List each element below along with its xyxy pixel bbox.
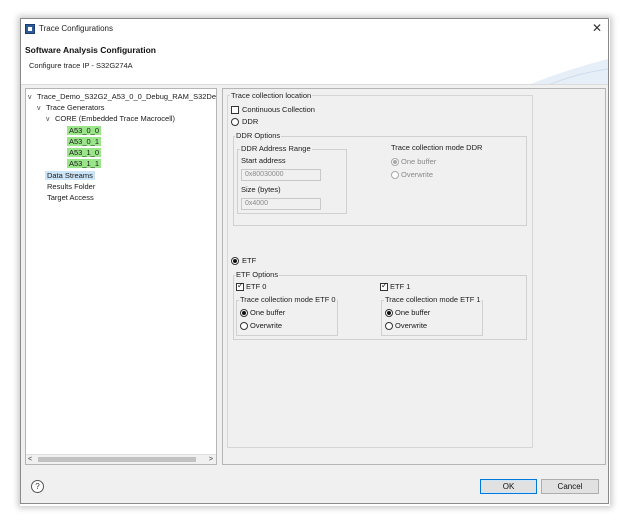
scroll-left-icon[interactable]: < <box>28 455 32 464</box>
dialog-header: Software Analysis Configuration Configur… <box>21 39 608 85</box>
expand-chevron-icon[interactable]: v <box>46 114 55 125</box>
tree-item-label: Target Access <box>47 193 94 202</box>
expand-chevron-icon[interactable]: v <box>28 92 37 103</box>
ok-button[interactable]: OK <box>480 479 537 494</box>
app-icon <box>25 24 35 34</box>
tree-item-core-a53-0-1[interactable]: A53_0_1 <box>67 136 102 147</box>
scrollbar-thumb[interactable] <box>38 457 196 462</box>
etf0-one-buffer-radio[interactable] <box>240 309 248 317</box>
close-icon[interactable]: ✕ <box>592 21 602 35</box>
etf-options-title: ETF Options <box>235 270 280 280</box>
etf-radio[interactable] <box>231 257 239 265</box>
size-input[interactable]: 0x4000 <box>241 198 321 210</box>
continuous-collection-label: Continuous Collection <box>242 105 315 114</box>
etf1-one-buffer-radio[interactable] <box>385 309 393 317</box>
tree-item-root[interactable]: v Trace_Demo_S32G2_A53_0_0_Debug_RAM_S32D… <box>28 91 217 103</box>
tree-item-label: CORE (Embedded Trace Macrocell) <box>55 114 176 123</box>
ddr-radio[interactable] <box>231 118 239 126</box>
tree-horizontal-scrollbar[interactable]: < > <box>26 454 216 464</box>
ddr-one-buffer-label: One buffer <box>401 157 437 166</box>
tree-item-label: A53_1_1 <box>67 159 102 168</box>
etf-label: ETF <box>242 256 257 265</box>
tree-item-results-folder[interactable]: Results Folder <box>47 181 95 192</box>
header-title: Software Analysis Configuration <box>25 45 156 55</box>
etf1-one-buffer-label: One buffer <box>395 308 431 317</box>
title-bar: Trace Configurations ✕ <box>21 19 608 39</box>
expand-chevron-icon[interactable]: v <box>37 103 46 114</box>
tree-item-label: A53_1_0 <box>67 148 102 157</box>
continuous-collection-checkbox[interactable] <box>231 106 239 114</box>
help-icon[interactable]: ? <box>31 480 44 493</box>
etf0-checkbox[interactable] <box>236 281 244 291</box>
size-label: Size (bytes) <box>241 185 281 194</box>
start-address-label: Start address <box>241 156 286 165</box>
etf1-overwrite-radio[interactable] <box>385 322 393 330</box>
ddr-options-title: DDR Options <box>235 131 282 141</box>
header-decoration <box>530 59 608 84</box>
trace-configurations-dialog: Trace Configurations ✕ Software Analysis… <box>20 18 609 504</box>
etf0-overwrite-label: Overwrite <box>250 321 283 330</box>
start-address-input[interactable]: 0x80030000 <box>241 169 321 181</box>
tree-item-label: A53_0_1 <box>67 137 102 146</box>
tree-item-core-a53-0-0[interactable]: A53_0_0 <box>67 125 102 136</box>
panel-splitter[interactable] <box>217 88 221 465</box>
etf0-label: ETF 0 <box>246 282 267 291</box>
tree-item-core-a53-1-0[interactable]: A53_1_0 <box>67 147 102 158</box>
tree-item-label: Trace_Demo_S32G2_A53_0_0_Debug_RAM_S32De… <box>37 92 217 101</box>
tree-item-label: Trace Generators <box>46 103 105 112</box>
etf1-checkbox[interactable] <box>380 281 388 291</box>
etf0-one-buffer-label: One buffer <box>250 308 286 317</box>
tree-item-data-streams[interactable]: Data Streams <box>45 170 95 181</box>
etf1-label: ETF 1 <box>390 282 411 291</box>
tree-item-core[interactable]: v CORE (Embedded Trace Macrocell) <box>46 113 175 124</box>
ddr-address-range-title: DDR Address Range <box>240 144 312 154</box>
etf1-overwrite-label: Overwrite <box>395 321 428 330</box>
tree-item-label: Data Streams <box>45 171 95 180</box>
group-title: Trace collection location <box>230 91 313 101</box>
tree-item-label: A53_0_0 <box>67 126 102 135</box>
ddr-overwrite-radio[interactable] <box>391 171 399 179</box>
window-title: Trace Configurations <box>39 24 113 33</box>
ddr-label: DDR <box>242 117 259 126</box>
trace-settings-panel: Trace collection location Continuous Col… <box>222 88 606 465</box>
configuration-tree: v Trace_Demo_S32G2_A53_0_0_Debug_RAM_S32D… <box>25 88 217 465</box>
tree-item-core-a53-1-1[interactable]: A53_1_1 <box>67 158 102 169</box>
etf0-overwrite-radio[interactable] <box>240 322 248 330</box>
header-subtitle: Configure trace IP - S32G274A <box>29 61 133 70</box>
etf1-mode-title: Trace collection mode ETF 1 <box>384 295 482 305</box>
tree-item-label: Results Folder <box>47 182 96 191</box>
etf0-mode-title: Trace collection mode ETF 0 <box>239 295 337 305</box>
ddr-overwrite-label: Overwrite <box>401 170 434 179</box>
tree-item-trace-generators[interactable]: v Trace Generators <box>37 102 105 113</box>
scroll-right-icon[interactable]: > <box>209 455 213 464</box>
ddr-one-buffer-radio[interactable] <box>391 158 399 166</box>
ddr-mode-title: Trace collection mode DDR <box>391 143 483 152</box>
tree-item-target-access[interactable]: Target Access <box>47 192 94 203</box>
cancel-button[interactable]: Cancel <box>541 479 599 494</box>
